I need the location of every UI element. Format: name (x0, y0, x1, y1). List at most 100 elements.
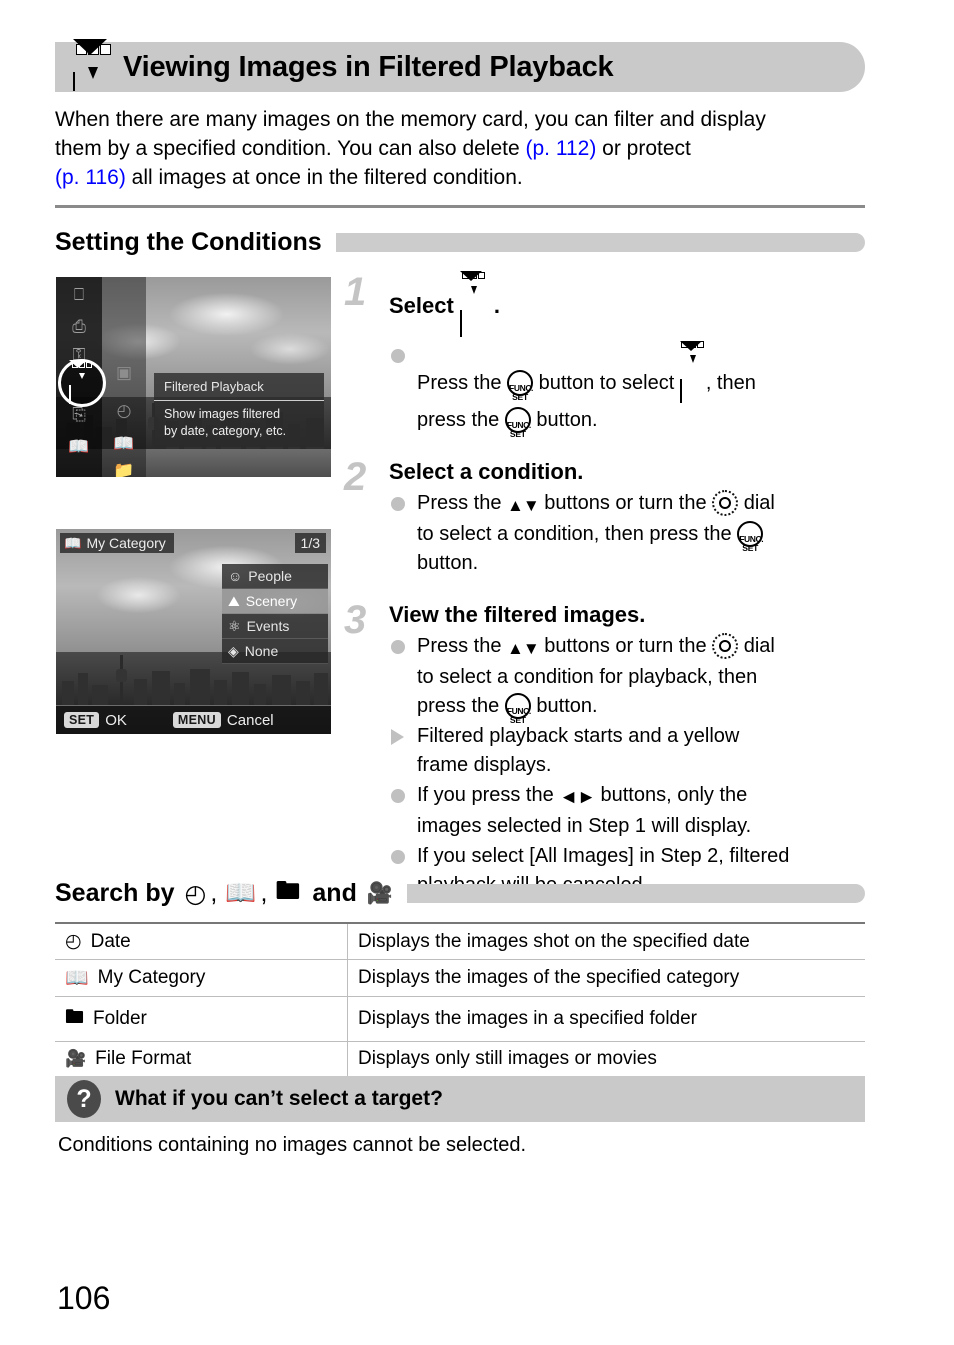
page-ref-112[interactable]: (p. 112) (526, 137, 597, 160)
clock-icon[interactable]: ◴ (110, 399, 138, 423)
comma-1: , (210, 879, 218, 907)
search-conditions-table: ◴ Date Displays the images shot on the s… (55, 922, 865, 1078)
tip-body-text: Conditions containing no images cannot b… (58, 1134, 527, 1156)
section-title: Setting the Conditions (55, 228, 322, 256)
intro-paragraph: When there are many images on the memory… (55, 105, 865, 192)
condition-description: Displays the images in a specified folde… (358, 1008, 698, 1029)
bullet-text: Press the (417, 372, 508, 394)
section-heading-setting: Setting the Conditions (55, 228, 865, 257)
category-option-list: ☺ People ⛰ Scenery ⚛ Events ◈ None (222, 564, 328, 664)
bullet-text: Press the (417, 635, 508, 657)
bullet-dot-icon (391, 497, 405, 511)
filtered-playback-icon (459, 271, 488, 339)
tip-title: What if you can’t select a target? (115, 1087, 443, 1110)
clock-icon: ◴ (184, 879, 207, 908)
step-bullets: Press the ▲▼ buttons or turn the dial to… (389, 632, 865, 900)
set-key-badge: SET (64, 712, 100, 728)
bullet-text: frame displays. (417, 754, 552, 776)
category-option-scenery[interactable]: ⛰ Scenery (222, 589, 328, 614)
folder-icon[interactable]: 📁 (110, 459, 138, 477)
set-key-label: OK (105, 711, 127, 729)
bullet-text: button to select (533, 372, 680, 394)
selected-filtered-playback-icon[interactable] (58, 359, 106, 407)
bullet-text: , then (705, 372, 756, 394)
step-title: Select a condition. (389, 457, 865, 487)
bullet: Press the ▲▼ buttons or turn the dial to… (389, 489, 865, 578)
page-number: 106 (57, 1280, 111, 1316)
question-mark-icon: ? (67, 1080, 101, 1118)
bullet-dot-icon (391, 349, 405, 363)
func-menu-tooltip: Filtered Playback Show images filtered b… (154, 373, 324, 447)
camera-screen-my-category: 📖 My Category 1/3 ☺ People ⛰ Scenery ⚛ E… (56, 529, 331, 734)
bullet-text: to select a condition, then press the (417, 523, 738, 545)
menu-key-badge: MENU (172, 712, 221, 728)
intro-line-2b: or protect (596, 137, 691, 160)
func-set-button-icon: FUNC. SET (504, 407, 531, 439)
category-option-none[interactable]: ◈ None (222, 639, 328, 664)
file-format-icon: 🎥 (65, 1049, 87, 1068)
intro-line-3b: all images at once in the filtered condi… (125, 166, 523, 189)
screen-title-bar: 📖 My Category (60, 533, 174, 553)
up-down-buttons-icon: ▲▼ (507, 639, 540, 658)
bullet-text: press the (417, 695, 505, 717)
desc-line-1: Show images filtered (164, 407, 281, 421)
option-label: People (248, 568, 292, 584)
images-stack-icon[interactable]: ▣ (110, 361, 138, 385)
my-category-icon[interactable]: 📖 (65, 435, 93, 459)
func-menu-item-label: Filtered Playback (154, 373, 324, 401)
menu-key-label: Cancel (226, 711, 274, 729)
filtered-playback-icon (679, 341, 706, 406)
step-number: 3 (344, 598, 367, 642)
condition-name: Folder (93, 1008, 147, 1029)
left-right-buttons-icon: ◄► (559, 787, 596, 808)
bullet-triangle-icon (391, 729, 404, 745)
bullet: Press the FUNC. SET button to select , th… (389, 341, 865, 439)
condition-name: File Format (95, 1048, 192, 1069)
folder-icon: 🖿 (65, 1007, 85, 1028)
page-ref-116[interactable]: (p. 116) (55, 166, 126, 189)
condition-description: Displays the images shot on the specifie… (358, 930, 750, 952)
step-number: 1 (344, 270, 367, 314)
page-title: Viewing Images in Filtered Playback (123, 50, 614, 83)
manual-page: Viewing Images in Filtered Playback When… (0, 0, 954, 1345)
category-option-people[interactable]: ☺ People (222, 564, 328, 589)
camera-screen-func-menu: ⎕ ⎙ ⚿ ⎘ 📖 ▣ ◴ 📖 📁 Filtered Playback Show… (56, 277, 331, 477)
category-option-events[interactable]: ⚛ Events (222, 614, 328, 639)
step-title-text: View the filtered images. (389, 602, 646, 627)
step-title: View the filtered images. (389, 600, 865, 630)
func-set-button-icon: FUNC. SET (504, 693, 531, 725)
step-list: 1 Select . Press the FUNC. SET button to … (344, 270, 865, 906)
bullet: Press the ▲▼ buttons or turn the dial to… (389, 632, 865, 725)
step-title-text: Select a condition. (389, 459, 584, 484)
bullet-dot-icon (391, 850, 405, 864)
bullet-text: If you select [All Images] in Step 2, fi… (417, 845, 790, 867)
rotate-icon[interactable]: ⎕ (65, 283, 93, 307)
table-row: 🖿 Folder Displays the images in a specif… (55, 996, 865, 1042)
section-bar (407, 884, 865, 903)
chapter-header: Viewing Images in Filtered Playback (55, 38, 865, 92)
intro-line-2a: them by a specified condition. You can a… (55, 137, 526, 160)
bullet-text: buttons, only the (594, 784, 748, 806)
bullet-text: Filtered playback starts and a yellow (417, 725, 740, 747)
step-bullets: Press the ▲▼ buttons or turn the dial to… (389, 489, 865, 578)
bullet-text: button. (530, 695, 598, 717)
condition-description: Displays only still images or movies (358, 1048, 657, 1069)
people-icon: ☺ (228, 568, 243, 584)
option-label: Events (246, 618, 290, 634)
bullet-text: button. (530, 409, 598, 431)
bullet: If you press the ◄► buttons, only the im… (389, 781, 865, 841)
intro-line-1: When there are many images on the memory… (55, 108, 766, 131)
bullet-text: button. (417, 552, 479, 574)
section-bar (335, 233, 865, 252)
condition-description: Displays the images of the specified cat… (358, 967, 740, 988)
print-icon[interactable]: ⎙ (65, 315, 93, 339)
tip-box-header: ? What if you can’t select a target? (55, 1076, 865, 1122)
filtered-playback-icon (73, 38, 113, 91)
bullet-text: dial (738, 635, 775, 657)
bullet-text: dial (738, 492, 775, 514)
func-set-button-icon: FUNC. SET (737, 521, 764, 553)
step-1: 1 Select . Press the FUNC. SET button to … (344, 270, 865, 439)
my-category-icon-2[interactable]: 📖 (110, 432, 138, 456)
bullet-dot-icon (391, 789, 405, 803)
condition-name: My Category (97, 967, 206, 988)
